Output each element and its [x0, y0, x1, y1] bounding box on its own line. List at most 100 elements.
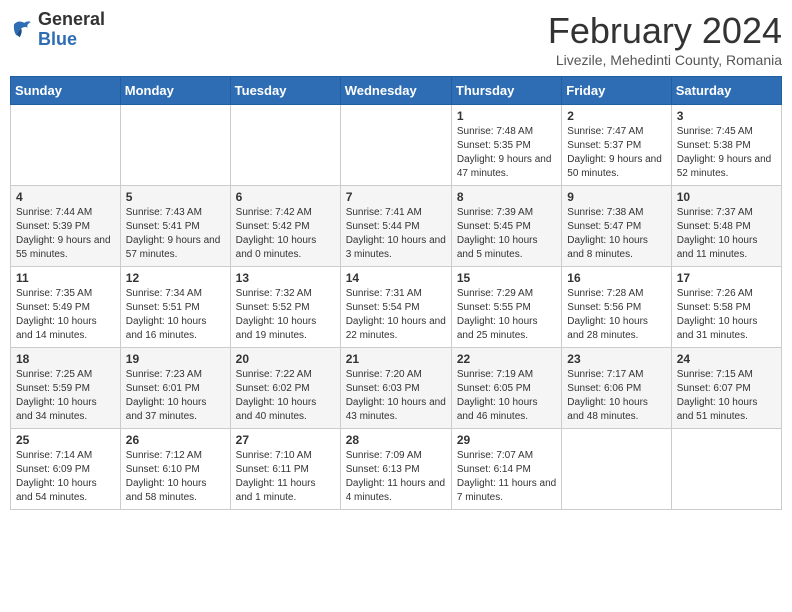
- calendar-cell: [340, 105, 451, 186]
- day-info: Sunrise: 7:20 AM Sunset: 6:03 PM Dayligh…: [346, 368, 446, 424]
- calendar-week-1: 1 Sunrise: 7:48 AM Sunset: 5:35 PM Daylig…: [11, 105, 782, 186]
- day-number: 22: [457, 352, 556, 366]
- day-number: 24: [677, 352, 776, 366]
- day-info: Sunrise: 7:32 AM Sunset: 5:52 PM Dayligh…: [236, 287, 335, 343]
- day-info: Sunrise: 7:19 AM Sunset: 6:05 PM Dayligh…: [457, 368, 556, 424]
- day-number: 25: [16, 433, 115, 447]
- day-number: 1: [457, 109, 556, 123]
- day-number: 7: [346, 190, 446, 204]
- day-info: Sunrise: 7:10 AM Sunset: 6:11 PM Dayligh…: [236, 449, 335, 505]
- weekday-header-saturday: Saturday: [671, 77, 781, 105]
- day-info: Sunrise: 7:47 AM Sunset: 5:37 PM Dayligh…: [567, 125, 665, 181]
- calendar-cell: [671, 429, 781, 510]
- title-block: February 2024 Livezile, Mehedinti County…: [548, 10, 782, 68]
- day-number: 6: [236, 190, 335, 204]
- calendar-cell: 11 Sunrise: 7:35 AM Sunset: 5:49 PM Dayli…: [11, 267, 121, 348]
- calendar-cell: 24 Sunrise: 7:15 AM Sunset: 6:07 PM Dayli…: [671, 348, 781, 429]
- day-info: Sunrise: 7:12 AM Sunset: 6:10 PM Dayligh…: [126, 449, 225, 505]
- calendar-subtitle: Livezile, Mehedinti County, Romania: [548, 52, 782, 68]
- logo-bird-icon: [10, 18, 34, 42]
- calendar-cell: 7 Sunrise: 7:41 AM Sunset: 5:44 PM Daylig…: [340, 186, 451, 267]
- calendar-cell: 14Sunrise: 7:31 AM Sunset: 5:54 PM Dayli…: [340, 267, 451, 348]
- day-number: 29: [457, 433, 556, 447]
- calendar-week-4: 18 Sunrise: 7:25 AM Sunset: 5:59 PM Dayli…: [11, 348, 782, 429]
- calendar-cell: 17 Sunrise: 7:26 AM Sunset: 5:58 PM Dayli…: [671, 267, 781, 348]
- day-info: Sunrise: 7:38 AM Sunset: 5:47 PM Dayligh…: [567, 206, 665, 262]
- day-info: Sunrise: 7:34 AM Sunset: 5:51 PM Dayligh…: [126, 287, 225, 343]
- calendar-table: SundayMondayTuesdayWednesdayThursdayFrid…: [10, 76, 782, 510]
- day-number: 15: [457, 271, 556, 285]
- day-info: Sunrise: 7:37 AM Sunset: 5:48 PM Dayligh…: [677, 206, 776, 262]
- day-info: Sunrise: 7:44 AM Sunset: 5:39 PM Dayligh…: [16, 206, 115, 262]
- day-number: 14: [346, 271, 446, 285]
- day-info: Sunrise: 7:43 AM Sunset: 5:41 PM Dayligh…: [126, 206, 225, 262]
- calendar-cell: 18 Sunrise: 7:25 AM Sunset: 5:59 PM Dayli…: [11, 348, 121, 429]
- calendar-cell: 25 Sunrise: 7:14 AM Sunset: 6:09 PM Dayli…: [11, 429, 121, 510]
- calendar-cell: 1 Sunrise: 7:48 AM Sunset: 5:35 PM Daylig…: [451, 105, 561, 186]
- calendar-cell: [11, 105, 121, 186]
- calendar-cell: 13 Sunrise: 7:32 AM Sunset: 5:52 PM Dayli…: [230, 267, 340, 348]
- calendar-cell: 10 Sunrise: 7:37 AM Sunset: 5:48 PM Dayli…: [671, 186, 781, 267]
- logo: General Blue: [10, 10, 105, 50]
- day-info: Sunrise: 7:07 AM Sunset: 6:14 PM Dayligh…: [457, 449, 556, 505]
- calendar-cell: 4 Sunrise: 7:44 AM Sunset: 5:39 PM Daylig…: [11, 186, 121, 267]
- day-info: Sunrise: 7:41 AM Sunset: 5:44 PM Dayligh…: [346, 206, 446, 262]
- calendar-cell: 3Sunrise: 7:45 AM Sunset: 5:38 PM Daylig…: [671, 105, 781, 186]
- day-info: Sunrise: 7:26 AM Sunset: 5:58 PM Dayligh…: [677, 287, 776, 343]
- calendar-cell: [230, 105, 340, 186]
- day-number: 28: [346, 433, 446, 447]
- weekday-header-tuesday: Tuesday: [230, 77, 340, 105]
- calendar-cell: 2 Sunrise: 7:47 AM Sunset: 5:37 PM Daylig…: [562, 105, 671, 186]
- day-info: Sunrise: 7:42 AM Sunset: 5:42 PM Dayligh…: [236, 206, 335, 262]
- day-number: 12: [126, 271, 225, 285]
- day-number: 23: [567, 352, 665, 366]
- day-info: Sunrise: 7:45 AM Sunset: 5:38 PM Dayligh…: [677, 125, 776, 181]
- weekday-header-wednesday: Wednesday: [340, 77, 451, 105]
- calendar-cell: 21 Sunrise: 7:20 AM Sunset: 6:03 PM Dayli…: [340, 348, 451, 429]
- day-number: 4: [16, 190, 115, 204]
- weekday-header-sunday: Sunday: [11, 77, 121, 105]
- calendar-week-3: 11 Sunrise: 7:35 AM Sunset: 5:49 PM Dayli…: [11, 267, 782, 348]
- day-info: Sunrise: 7:39 AM Sunset: 5:45 PM Dayligh…: [457, 206, 556, 262]
- day-number: 2: [567, 109, 665, 123]
- calendar-cell: [120, 105, 230, 186]
- day-info: Sunrise: 7:35 AM Sunset: 5:49 PM Dayligh…: [16, 287, 115, 343]
- day-number: 21: [346, 352, 446, 366]
- day-info: Sunrise: 7:15 AM Sunset: 6:07 PM Dayligh…: [677, 368, 776, 424]
- day-info: Sunrise: 7:14 AM Sunset: 6:09 PM Dayligh…: [16, 449, 115, 505]
- calendar-cell: 15 Sunrise: 7:29 AM Sunset: 5:55 PM Dayli…: [451, 267, 561, 348]
- day-info: Sunrise: 7:25 AM Sunset: 5:59 PM Dayligh…: [16, 368, 115, 424]
- calendar-cell: 6 Sunrise: 7:42 AM Sunset: 5:42 PM Daylig…: [230, 186, 340, 267]
- weekday-header-monday: Monday: [120, 77, 230, 105]
- page-header: General Blue February 2024 Livezile, Meh…: [10, 10, 782, 68]
- day-number: 18: [16, 352, 115, 366]
- calendar-cell: 8Sunrise: 7:39 AM Sunset: 5:45 PM Daylig…: [451, 186, 561, 267]
- day-info: Sunrise: 7:48 AM Sunset: 5:35 PM Dayligh…: [457, 125, 556, 181]
- weekday-header-friday: Friday: [562, 77, 671, 105]
- day-number: 19: [126, 352, 225, 366]
- day-number: 27: [236, 433, 335, 447]
- day-number: 10: [677, 190, 776, 204]
- day-number: 17: [677, 271, 776, 285]
- calendar-cell: [562, 429, 671, 510]
- day-number: 13: [236, 271, 335, 285]
- calendar-week-5: 25 Sunrise: 7:14 AM Sunset: 6:09 PM Dayli…: [11, 429, 782, 510]
- calendar-cell: 20Sunrise: 7:22 AM Sunset: 6:02 PM Dayli…: [230, 348, 340, 429]
- calendar-cell: 22 Sunrise: 7:19 AM Sunset: 6:05 PM Dayli…: [451, 348, 561, 429]
- calendar-cell: 16 Sunrise: 7:28 AM Sunset: 5:56 PM Dayli…: [562, 267, 671, 348]
- calendar-cell: 23Sunrise: 7:17 AM Sunset: 6:06 PM Dayli…: [562, 348, 671, 429]
- day-number: 11: [16, 271, 115, 285]
- calendar-cell: 27 Sunrise: 7:10 AM Sunset: 6:11 PM Dayli…: [230, 429, 340, 510]
- calendar-cell: 12 Sunrise: 7:34 AM Sunset: 5:51 PM Dayli…: [120, 267, 230, 348]
- calendar-cell: 29 Sunrise: 7:07 AM Sunset: 6:14 PM Dayli…: [451, 429, 561, 510]
- calendar-cell: 5Sunrise: 7:43 AM Sunset: 5:41 PM Daylig…: [120, 186, 230, 267]
- calendar-cell: 9Sunrise: 7:38 AM Sunset: 5:47 PM Daylig…: [562, 186, 671, 267]
- day-info: Sunrise: 7:28 AM Sunset: 5:56 PM Dayligh…: [567, 287, 665, 343]
- day-number: 16: [567, 271, 665, 285]
- weekday-header-row: SundayMondayTuesdayWednesdayThursdayFrid…: [11, 77, 782, 105]
- day-info: Sunrise: 7:23 AM Sunset: 6:01 PM Dayligh…: [126, 368, 225, 424]
- calendar-title: February 2024: [548, 10, 782, 52]
- logo-text: General Blue: [38, 10, 105, 50]
- calendar-cell: 19 Sunrise: 7:23 AM Sunset: 6:01 PM Dayli…: [120, 348, 230, 429]
- day-info: Sunrise: 7:29 AM Sunset: 5:55 PM Dayligh…: [457, 287, 556, 343]
